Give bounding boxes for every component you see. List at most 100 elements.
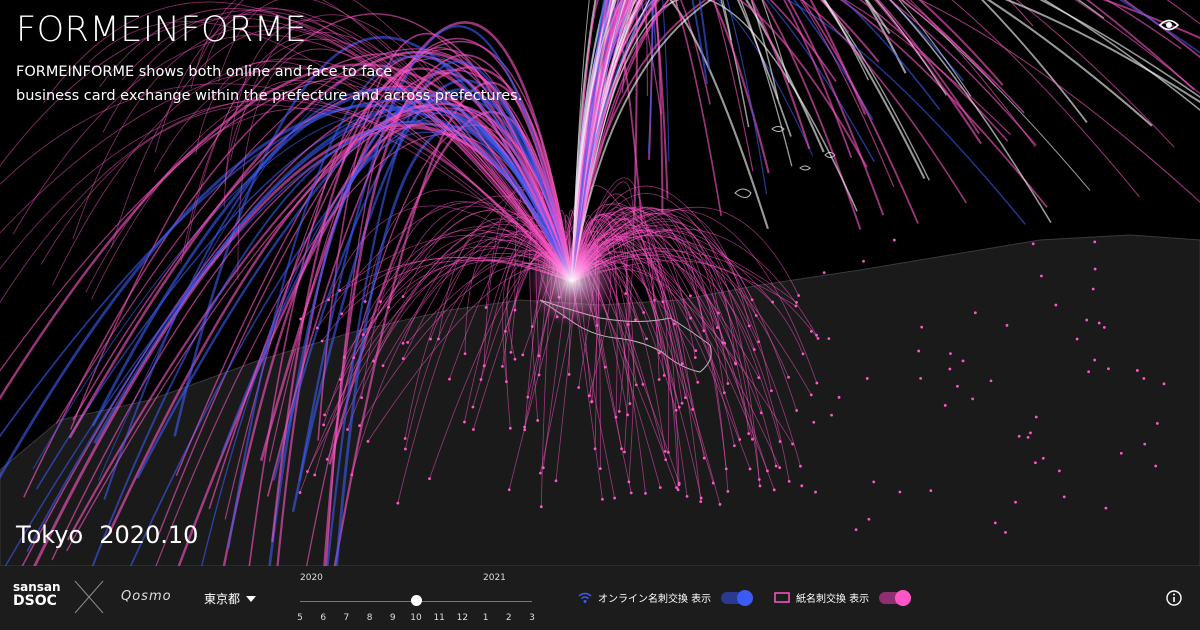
prefecture-dot [754,314,758,317]
prefecture-dot [554,479,558,483]
prefecture-dot [567,373,571,376]
prefecture-dot [523,425,527,429]
prefecture-dot [366,439,370,443]
prefecture-dot [680,362,684,366]
month-timeline[interactable]: 2020 2021 5 6 7 8 9 10 11 12 1 2 3 [292,570,542,628]
prefecture-dot [666,450,670,454]
month-label[interactable]: 1 [483,613,489,623]
timeline-thumb[interactable] [410,595,422,606]
prefecture-dot [689,316,692,320]
prefecture-dot [726,382,730,385]
prefecture-dot [674,408,678,412]
prefecture-dot [340,312,344,316]
prefecture-dot [342,355,346,359]
prefecture-dot [722,391,726,395]
prefecture-dot [1135,369,1139,372]
prefecture-dot [716,326,719,330]
prefecture-dot [350,473,354,477]
prefecture-dot [1054,303,1058,307]
month-label[interactable]: 3 [529,613,535,623]
logo-line-1: sansan [13,580,61,594]
prefecture-dot [862,259,865,263]
prefecture-dot [717,311,720,315]
month-label[interactable]: 11 [433,613,444,623]
eye-icon[interactable] [1158,14,1180,36]
prefecture-dot [644,491,647,495]
prefecture-dot [769,389,773,393]
paper-toggle-switch[interactable] [879,589,912,606]
month-label[interactable]: 10 [410,613,421,623]
prefecture-dot [541,466,545,470]
month-label[interactable]: 5 [297,613,303,623]
prefecture-dot [815,333,818,337]
prefecture-dot [1119,451,1123,455]
prefecture-dot [1057,469,1061,473]
prefecture-dot [401,341,405,345]
prefecture-dot [1017,434,1021,438]
prefecture-dot [504,380,508,384]
month-label[interactable]: 12 [457,613,468,623]
prefecture-select[interactable]: 東京都 [204,590,257,607]
prefecture-dot [504,329,507,333]
prefecture-dot [401,295,405,298]
prefecture-dot [973,311,977,315]
prefecture-dot [1034,415,1038,419]
prefecture-dot [406,340,410,344]
prefecture-dot [830,413,833,417]
prefecture-dot [800,484,804,488]
prefecture-dot [772,488,776,492]
prefecture-dot [658,486,662,489]
prefecture-dot [526,395,530,399]
paper-toggle-knob [895,589,912,606]
description-line-2: business card exchange within the prefec… [16,88,523,104]
prefecture-dot [509,350,513,354]
prefecture-dot [1062,495,1066,499]
prefecture-dot [794,304,798,308]
prefecture-dot [361,333,365,337]
prefecture-dot [1085,318,1089,322]
prefecture-dot [971,397,975,401]
prefecture-dot [629,491,633,495]
prefecture-dot [663,450,667,453]
prefecture-dot [513,357,517,361]
prefecture-dot [757,340,761,344]
prefecture-dot [726,489,730,493]
prefecture-dot [624,292,628,295]
prefecture-dot [989,379,993,383]
prefecture-dot [718,502,722,506]
prefecture-dot [693,356,697,359]
prefecture-dot [1031,242,1035,246]
prefecture-dot [593,447,597,451]
prefecture-dot [1014,500,1017,504]
month-label[interactable]: 7 [344,613,350,623]
location-label: Tokyo [16,521,84,549]
prefecture-dot [401,357,405,360]
prefecture-dot [837,395,841,399]
prefecture-dot [479,378,483,381]
prefecture-dot [677,405,681,409]
prefecture-dot [598,467,602,471]
prefecture-dot [676,488,680,492]
prefecture-dot [664,458,668,462]
prefecture-dot [721,341,725,345]
prefecture-dot [577,386,581,389]
prefecture-dot [949,352,952,356]
prefecture-dot [614,415,618,419]
online-toggle-switch[interactable] [721,589,754,606]
logo-line-2: DSOC [13,593,57,609]
prefecture-dot [1039,274,1043,278]
prefecture-dot [993,521,997,525]
prefecture-dot [521,353,525,357]
prefecture-dot [961,359,965,363]
period-label: 2020.10 [99,521,199,549]
prefecture-dot [338,288,341,292]
month-label[interactable]: 9 [390,613,396,623]
info-icon[interactable] [1166,590,1182,606]
wifi-icon [578,592,592,603]
month-label[interactable]: 2 [506,613,512,623]
prefecture-dot [590,400,594,403]
prefecture-dot [1097,321,1101,325]
month-label[interactable]: 6 [320,613,326,623]
prefecture-dot [523,428,527,432]
month-label[interactable]: 8 [367,613,373,623]
